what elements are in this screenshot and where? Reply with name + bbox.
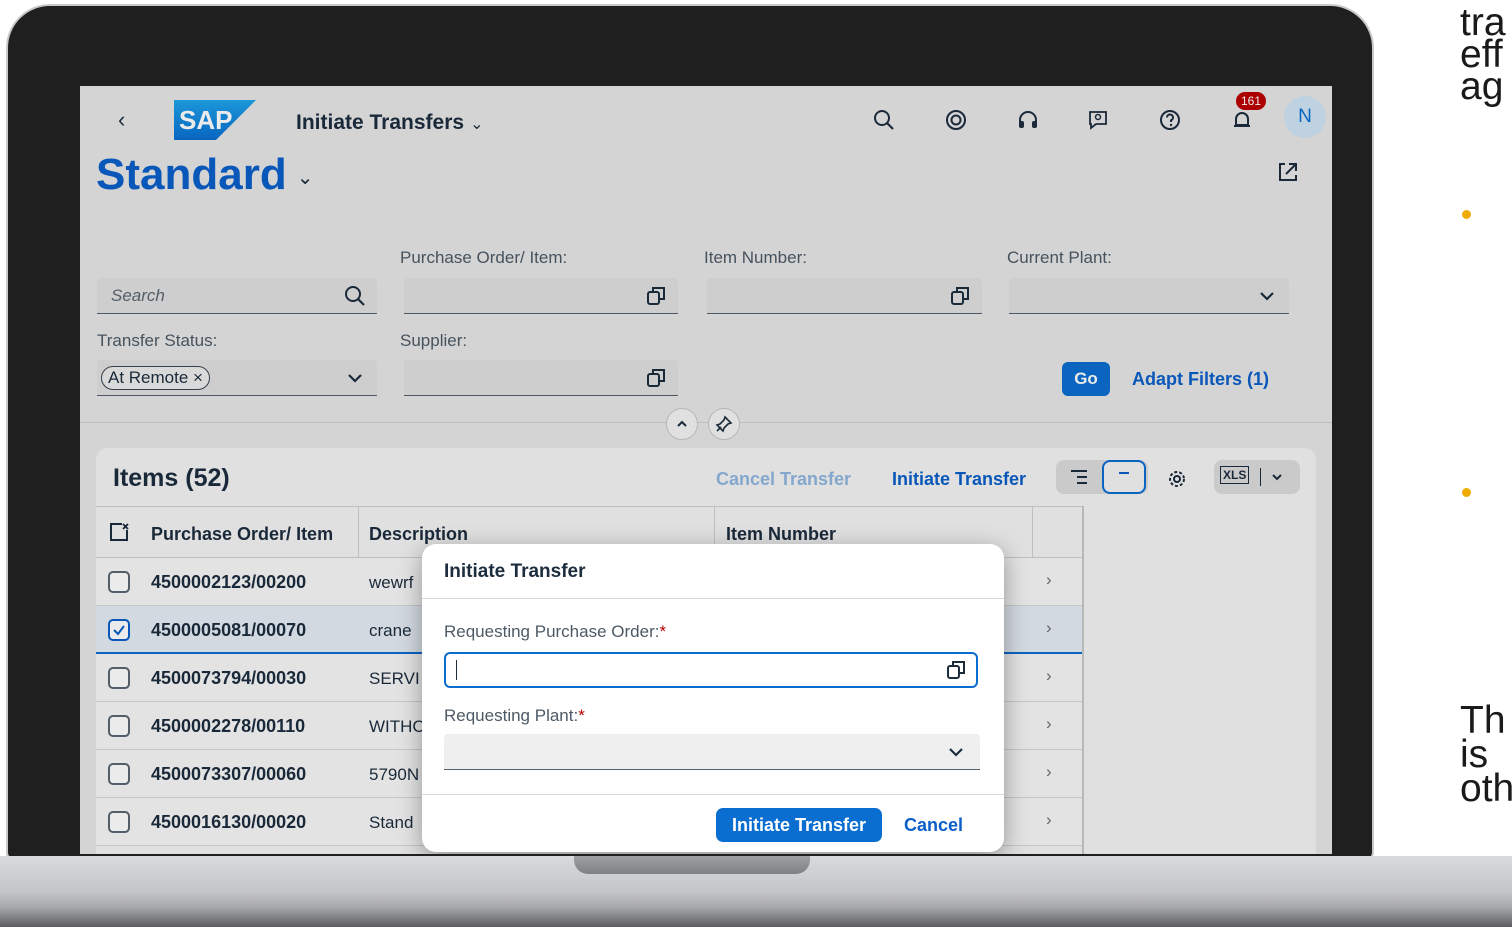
side-text-line-6: oth [1460, 767, 1512, 810]
value-help-icon[interactable] [944, 658, 968, 682]
requesting-plant-select[interactable] [444, 734, 980, 770]
marketing-slide: tra eff ag Th is oth ‹ SAP Initiate Tran… [0, 0, 1512, 927]
requesting-po-label-text: Requesting Purchase Order: [444, 622, 660, 641]
side-text-line-3: ag [1460, 65, 1504, 108]
dialog-title: Initiate Transfer [444, 561, 586, 582]
initiate-transfer-dialog: Initiate Transfer Requesting Purchase Or… [422, 544, 1004, 852]
requesting-plant-label-text: Requesting Plant: [444, 706, 579, 725]
laptop-screen: ‹ SAP Initiate Transfers ⌄ 161 N Standar… [80, 86, 1332, 854]
laptop-notch [574, 856, 810, 874]
requesting-plant-label: Requesting Plant:* [444, 706, 585, 726]
chevron-down-icon [949, 748, 963, 757]
dialog-divider [422, 598, 1004, 599]
requesting-po-label: Requesting Purchase Order:* [444, 622, 666, 642]
required-marker: * [578, 706, 585, 725]
required-marker: * [659, 622, 667, 641]
initiate-transfer-confirm-button[interactable]: Initiate Transfer [716, 808, 882, 842]
text-caret [456, 660, 457, 680]
requesting-po-input[interactable] [444, 652, 978, 688]
dialog-footer-divider [422, 794, 1004, 795]
bullet-dot [1462, 488, 1471, 497]
cancel-button[interactable]: Cancel [904, 815, 963, 836]
bullet-dot [1462, 210, 1471, 219]
